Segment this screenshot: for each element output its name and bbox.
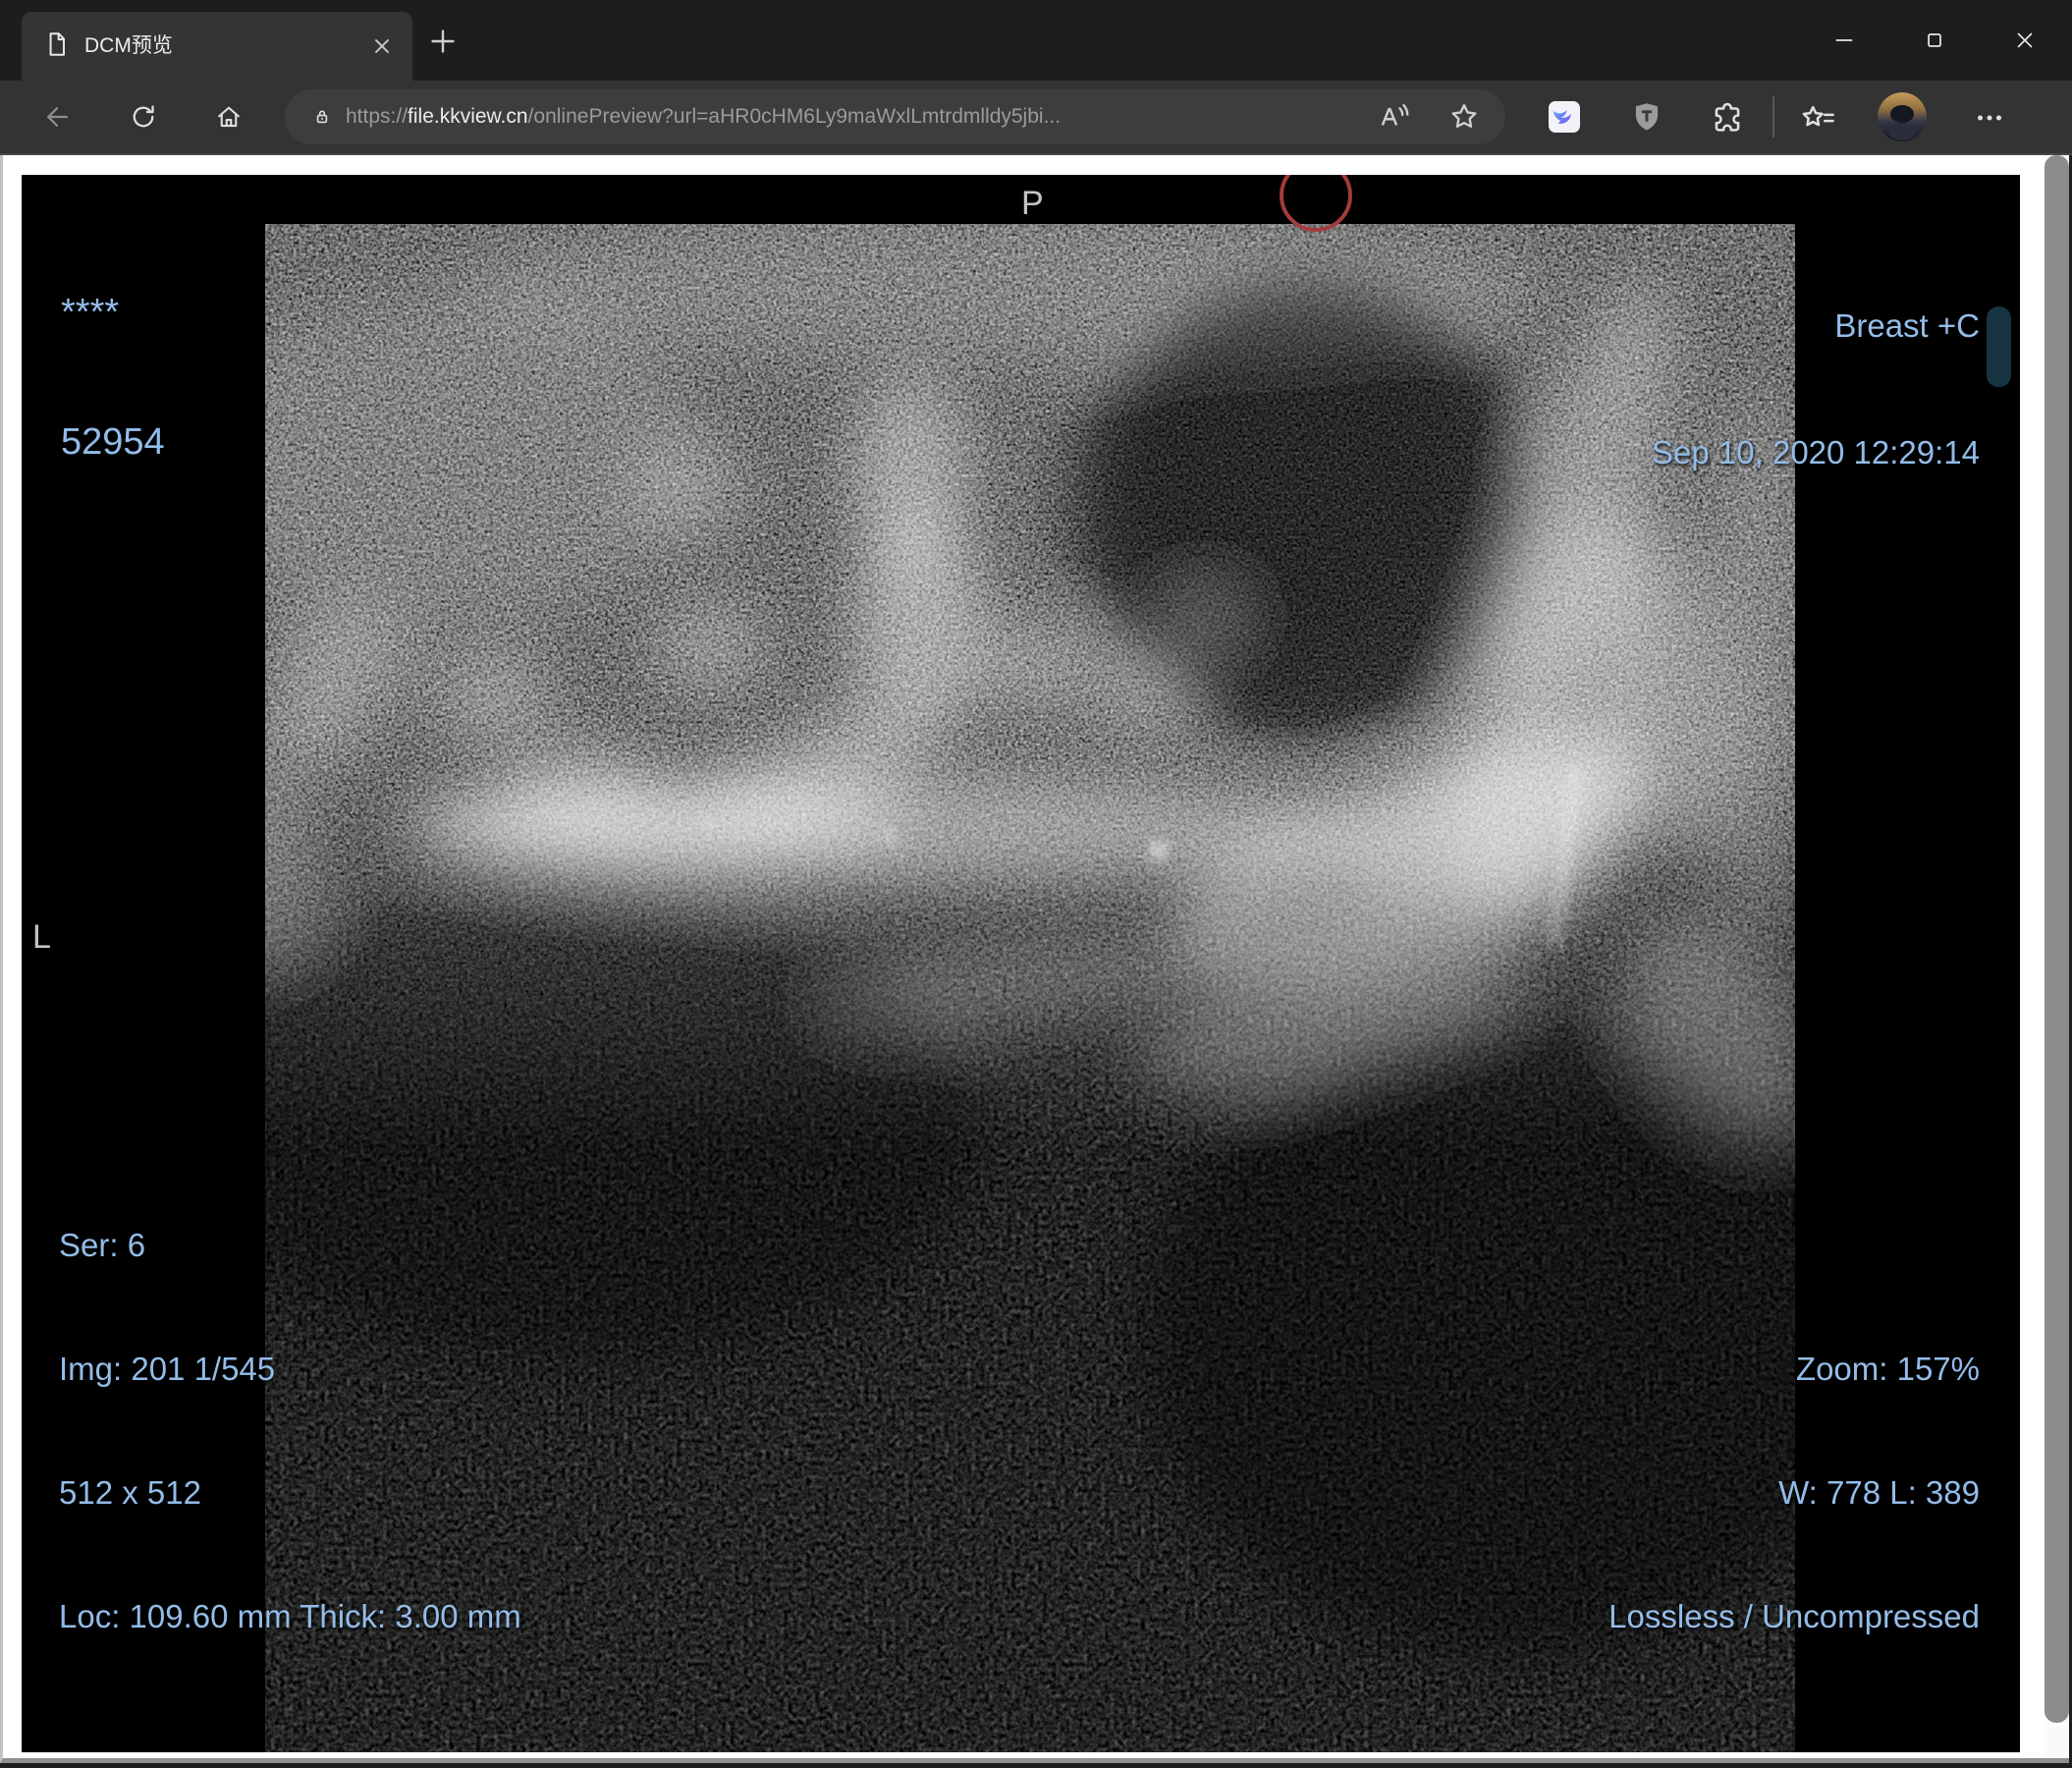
minimize-icon <box>1835 39 1853 41</box>
browser-window: DCM预览 https://file.kkview.cn/onlinePrevi… <box>0 0 2072 1768</box>
close-icon <box>2017 32 2033 48</box>
overlay-top-right: Breast +C Sep 10, 2020 12:29:14 <box>1652 220 1980 558</box>
zoom-level: Zoom: 157% <box>1795 1351 1980 1387</box>
tab-close-icon[interactable] <box>369 33 395 59</box>
extensions-button[interactable] <box>1709 99 1748 135</box>
settings-more-button[interactable] <box>1971 99 2010 135</box>
overlay-top-left: **** 52954 <box>61 204 165 550</box>
tampermonkey-extension-button[interactable] <box>1629 99 1664 135</box>
thunder-extension-button[interactable] <box>1547 99 1582 135</box>
orientation-marker-posterior: P <box>1021 185 1044 222</box>
url-scheme: https:// <box>346 105 409 128</box>
puzzle-piece-icon <box>1715 102 1740 132</box>
maximize-icon <box>1928 33 1941 47</box>
shield-t-icon <box>1635 103 1659 131</box>
refresh-icon <box>133 105 154 128</box>
study-datetime: Sep 10, 2020 12:29:14 <box>1652 434 1980 470</box>
window-maximize-button[interactable] <box>1910 16 1959 65</box>
lock-icon[interactable] <box>310 105 334 129</box>
new-tab-button[interactable] <box>426 25 460 58</box>
toolbar-divider <box>1772 96 1774 138</box>
series-number: Ser: 6 <box>59 1227 146 1263</box>
window-minimize-button[interactable] <box>1820 16 1869 65</box>
profile-avatar[interactable] <box>1878 92 1927 141</box>
overlay-bottom-left: Ser: 6 Img: 201 1/545 512 x 512 Loc: 109… <box>59 1142 521 1720</box>
page-content: **** 52954 Breast +C Sep 10, 2020 12:29:… <box>0 155 2069 1763</box>
dicom-viewer-canvas[interactable]: **** 52954 Breast +C Sep 10, 2020 12:29:… <box>22 175 2020 1752</box>
favorite-star-button[interactable] <box>1446 99 1482 135</box>
url-path: /onlinePreview?url=aHR0cHM6Ly9maWxlLmtrd… <box>527 105 1062 128</box>
thunder-bird-icon <box>1549 101 1580 133</box>
address-bar[interactable]: https://file.kkview.cn/onlinePreview?url… <box>285 89 1505 144</box>
viewer-scrollbar-thumb[interactable] <box>1987 306 2011 387</box>
avatar-photo <box>1878 92 1927 141</box>
patient-number: 52954 <box>61 421 165 463</box>
read-aloud-button[interactable] <box>1376 99 1411 135</box>
window-level: W: 778 L: 389 <box>1778 1474 1980 1511</box>
url-domain: file.kkview.cn <box>408 105 528 128</box>
favorites-star-list-icon <box>1802 105 1834 127</box>
window-close-button[interactable] <box>2000 16 2049 65</box>
home-icon <box>218 106 240 128</box>
browser-scrollbar[interactable] <box>2045 155 2069 1758</box>
tab-bar: DCM预览 <box>0 0 2072 81</box>
back-button[interactable] <box>37 97 77 137</box>
favorites-list-button[interactable] <box>1799 99 1838 135</box>
url-text[interactable]: https://file.kkview.cn/onlinePreview?url… <box>346 89 1387 144</box>
browser-toolbar: https://file.kkview.cn/onlinePreview?url… <box>0 81 2072 155</box>
compression-info: Lossless / Uncompressed <box>1609 1598 1980 1634</box>
study-description: Breast +C <box>1834 307 1980 344</box>
refresh-button[interactable] <box>124 97 163 137</box>
orientation-marker-left: L <box>32 918 51 956</box>
tab-dcm-preview[interactable]: DCM预览 <box>22 12 412 81</box>
overlay-bottom-right: Zoom: 157% W: 778 L: 389 Lossless / Unco… <box>1609 1266 1980 1720</box>
document-icon <box>49 32 65 56</box>
tab-title: DCM预览 <box>84 34 173 57</box>
image-number: Img: 201 1/545 <box>59 1351 276 1387</box>
slice-location-thickness: Loc: 109.60 mm Thick: 3.00 mm <box>59 1598 521 1634</box>
read-aloud-icon <box>1382 103 1409 126</box>
home-button[interactable] <box>209 97 248 137</box>
patient-id-masked: **** <box>61 292 120 333</box>
ellipsis-icon <box>1977 115 2002 121</box>
star-icon <box>1451 104 1477 129</box>
browser-scrollbar-thumb[interactable] <box>2045 155 2069 1723</box>
matrix-size: 512 x 512 <box>59 1474 201 1511</box>
back-arrow-icon <box>47 107 69 127</box>
